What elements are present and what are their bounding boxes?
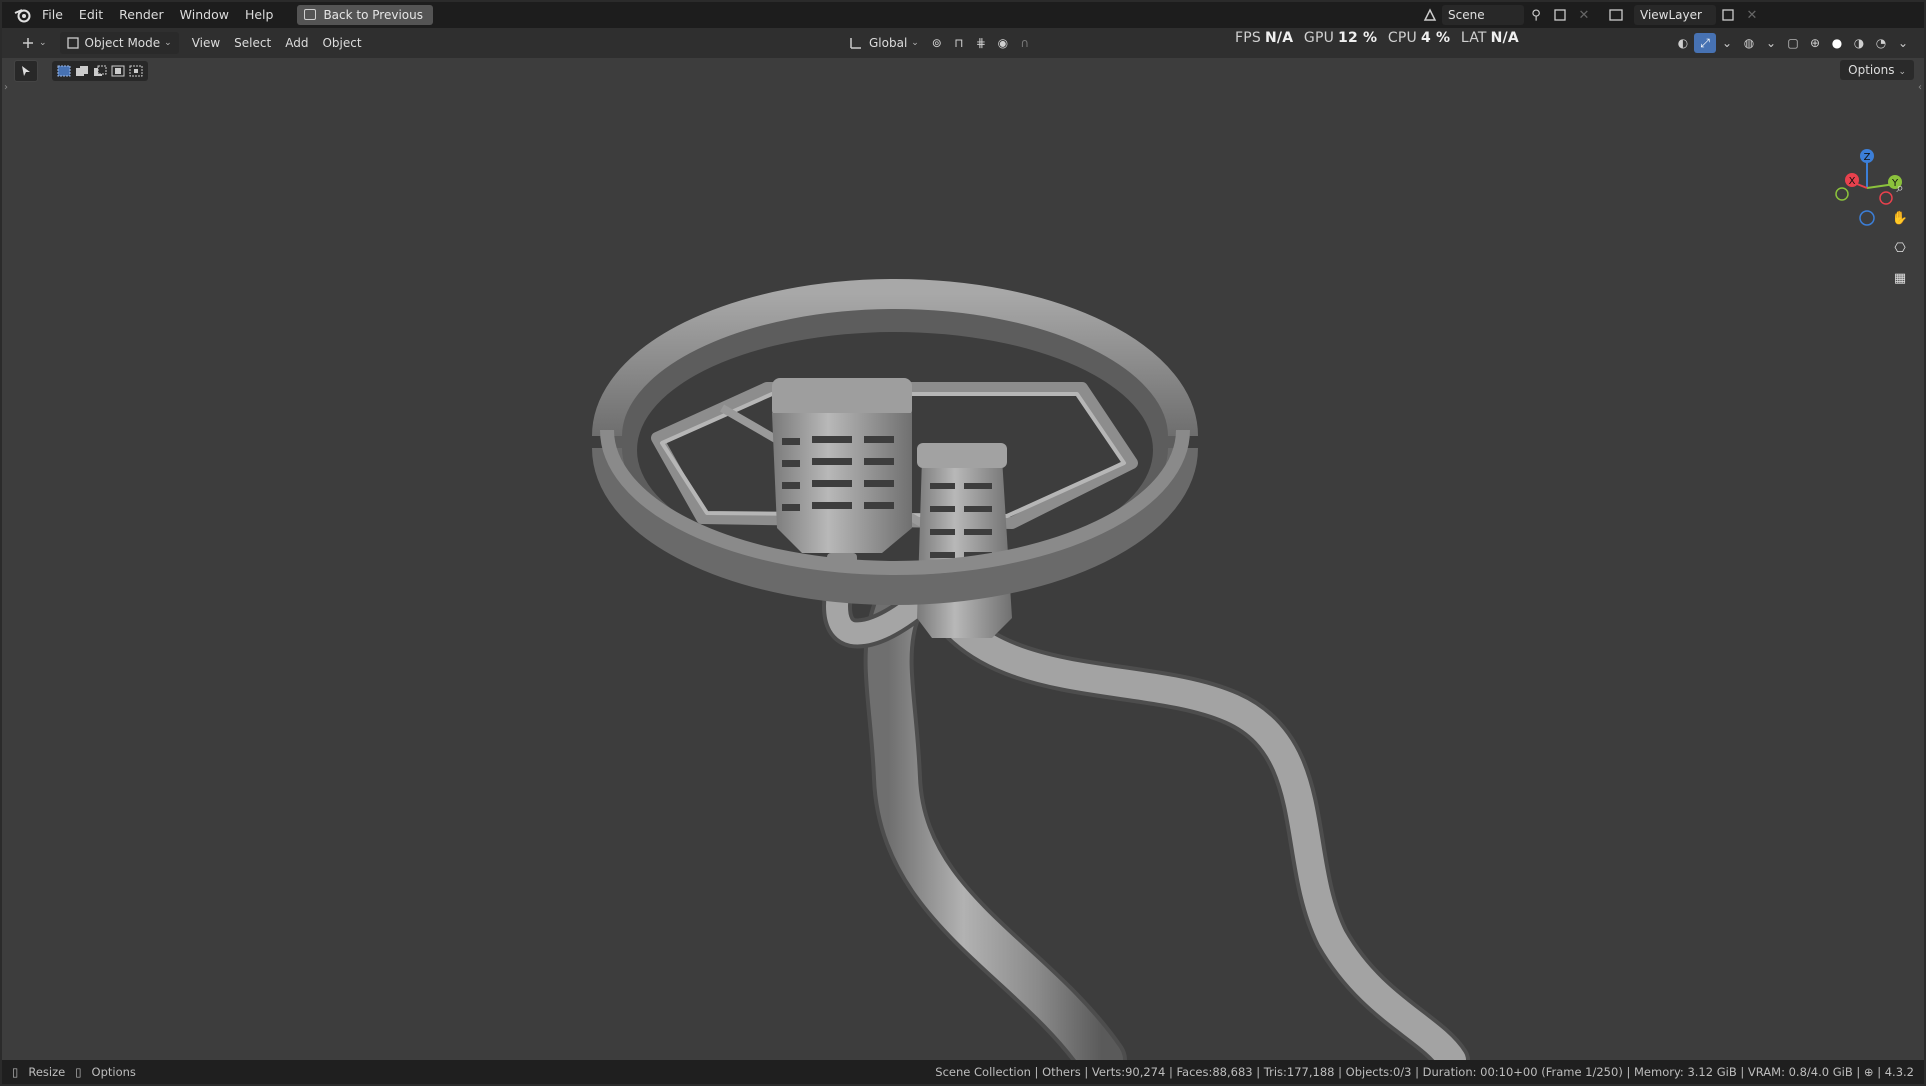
scene-name: Scene	[1448, 8, 1485, 22]
scene-selector-group: Scene ⚲ ✕ ViewLayer ✕	[1418, 5, 1764, 25]
viewport-header: ⌄ Object Mode ⌄ View Select Add Object Gl…	[2, 28, 1924, 58]
status-bar: ▯ Resize ▯ Options Scene Collection | Ot…	[2, 1060, 1924, 1084]
svg-text:X: X	[1849, 176, 1856, 187]
camera-view-icon[interactable]: ⎔	[1888, 236, 1912, 260]
perspective-toggle-icon[interactable]: ▦	[1888, 266, 1912, 290]
overlays-icon[interactable]: ◍	[1738, 33, 1760, 53]
lat-value: N/A	[1490, 30, 1519, 46]
toolbar-expand-arrow[interactable]: ›	[4, 82, 8, 93]
select-extend-icon[interactable]	[73, 62, 91, 80]
new-view-layer-icon[interactable]	[1716, 5, 1740, 25]
editor-type-dropdown[interactable]: ⌄	[14, 32, 54, 54]
transform-orientation-dropdown[interactable]: Global ⌄	[842, 32, 926, 54]
back-to-previous-label: Back to Previous	[323, 8, 423, 22]
header-menu-object[interactable]: Object	[315, 32, 368, 54]
orientation-label: Global	[869, 36, 908, 50]
cpu-label: CPU	[1387, 30, 1417, 46]
header-menu-view[interactable]: View	[185, 32, 227, 54]
top-menu-bar: File Edit Render Window Help Back to Pre…	[2, 2, 1924, 28]
network-globe-icon: ⊕	[1863, 1065, 1874, 1079]
menu-render[interactable]: Render	[111, 2, 172, 28]
pivot-point-icon[interactable]: ⊚	[926, 33, 948, 53]
view-layer-field[interactable]: ViewLayer	[1634, 5, 1716, 25]
editor-type-icon	[23, 38, 33, 48]
delete-view-layer-icon[interactable]: ✕	[1740, 5, 1764, 25]
select-new-icon[interactable]	[55, 62, 73, 80]
delete-scene-icon[interactable]: ✕	[1572, 5, 1596, 25]
mouse-left-icon: ▯	[12, 1065, 19, 1079]
shading-dropdown-icon[interactable]: ⌄	[1892, 33, 1914, 53]
wireframe-shading-icon[interactable]: ⊕	[1804, 33, 1826, 53]
falloff-icon[interactable]: ∩	[1014, 33, 1036, 53]
menu-edit[interactable]: Edit	[71, 2, 111, 28]
gizmo-dropdown-icon[interactable]: ⌄	[1716, 33, 1738, 53]
selectability-visibility-icon[interactable]: ◐	[1672, 33, 1694, 53]
cpu-value: 4 %	[1420, 30, 1451, 46]
tool-settings-row	[14, 60, 148, 82]
gpu-label: GPU	[1303, 30, 1335, 46]
select-tool-icon[interactable]	[14, 60, 38, 82]
material-preview-icon[interactable]: ◑	[1848, 33, 1870, 53]
blender-version: 4.3.2	[1884, 1065, 1914, 1079]
orientation-icon	[850, 38, 861, 49]
menu-window[interactable]: Window	[172, 2, 237, 28]
status-resize-label: Resize	[28, 1065, 66, 1079]
proportional-editing-icon[interactable]: ◉	[992, 33, 1014, 53]
blender-logo-icon[interactable]	[12, 5, 34, 25]
blender-window: File Edit Render Window Help Back to Pre…	[2, 2, 1924, 1084]
xray-toggle-icon[interactable]: ▢	[1782, 33, 1804, 53]
socket-left	[772, 378, 912, 571]
mode-dropdown[interactable]: Object Mode ⌄	[59, 32, 179, 54]
solid-shading-icon[interactable]: ●	[1826, 33, 1848, 53]
snap-icon[interactable]: ⊓	[948, 33, 970, 53]
fps-label: FPS	[1235, 30, 1261, 46]
header-menu-select[interactable]: Select	[227, 32, 278, 54]
viewport-options-label: Options	[1848, 63, 1895, 77]
pin-icon[interactable]: ⚲	[1524, 5, 1548, 25]
lamp-model[interactable]	[2, 58, 1924, 1060]
mode-label: Object Mode	[84, 36, 161, 50]
menu-help[interactable]: Help	[237, 2, 282, 28]
scene-name-field[interactable]: Scene	[1442, 5, 1524, 25]
view-layer-name: ViewLayer	[1640, 8, 1702, 22]
lat-label: LAT	[1460, 30, 1487, 46]
viewport-options-dropdown[interactable]: Options ⌄	[1840, 60, 1914, 80]
3d-viewport[interactable]: Z Y X ⌕ ✋ ⎔ ▦ › ‹	[2, 58, 1924, 1060]
gpu-value: 12 %	[1338, 30, 1378, 46]
header-menu-add[interactable]: Add	[278, 32, 315, 54]
sidebar-expand-arrow[interactable]: ‹	[1918, 82, 1922, 93]
menu-file[interactable]: File	[34, 2, 71, 28]
svg-text:Z: Z	[1864, 152, 1871, 163]
object-mode-icon	[66, 37, 79, 49]
status-options-label: Options	[91, 1065, 136, 1079]
back-to-previous-button[interactable]: Back to Previous	[297, 5, 433, 25]
performance-stats: FPS N/A GPU 12 % CPU 4 % LAT N/A	[1235, 30, 1525, 46]
rendered-shading-icon[interactable]: ◔	[1870, 33, 1892, 53]
back-icon	[304, 9, 317, 20]
snap-target-icon[interactable]: ⋕	[970, 33, 992, 53]
view-layer-icon[interactable]	[1604, 5, 1628, 25]
scene-type-icon[interactable]	[1418, 5, 1442, 25]
new-scene-icon[interactable]	[1548, 5, 1572, 25]
select-subtract-icon[interactable]	[91, 62, 109, 80]
select-intersect-icon[interactable]	[127, 62, 145, 80]
pan-hand-icon[interactable]: ✋	[1888, 206, 1912, 230]
overlays-dropdown-icon[interactable]: ⌄	[1760, 33, 1782, 53]
fps-value: N/A	[1264, 30, 1294, 46]
select-invert-icon[interactable]	[109, 62, 127, 80]
scene-statistics: Scene Collection | Others | Verts:90,274…	[935, 1065, 1853, 1079]
selection-mode-group	[52, 61, 148, 81]
viewport-gizmos-icon[interactable]: ⤢	[1694, 33, 1716, 53]
status-separator-2: |	[1877, 1065, 1885, 1079]
zoom-icon[interactable]: ⌕	[1888, 176, 1912, 200]
socket-right	[917, 443, 1012, 638]
mouse-right-icon: ▯	[75, 1065, 82, 1079]
status-separator: |	[1856, 1065, 1864, 1079]
